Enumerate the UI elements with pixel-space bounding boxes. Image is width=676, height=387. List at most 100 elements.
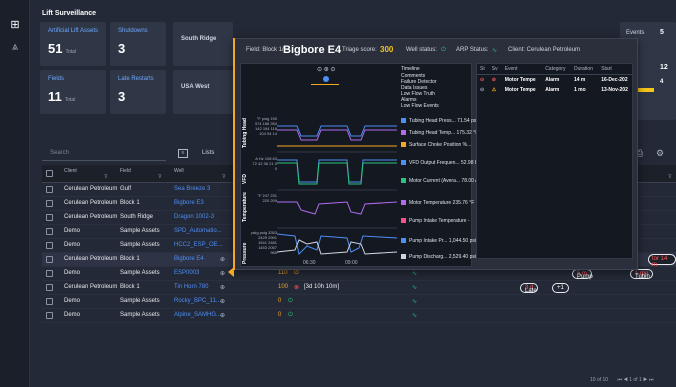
event-row[interactable]: ⊙ ⚠ Motor Tempe Alarm 1 mo 13-Nov-202 xyxy=(477,85,632,95)
locate-icon[interactable]: ⊕ xyxy=(220,284,225,291)
prev-page-icon[interactable]: ◀ xyxy=(623,377,627,383)
page-title: Lift Surveillance xyxy=(42,10,97,17)
column-header[interactable]: St xyxy=(477,64,489,75)
column-header[interactable]: Event xyxy=(501,64,543,75)
late-pill[interactable]: Late 3 d xyxy=(520,283,539,294)
column-header[interactable]: Field xyxy=(120,168,131,174)
kpi-card[interactable]: Shutdowns 3 xyxy=(110,22,166,66)
well-link[interactable]: Alpine_SAMHG... xyxy=(174,312,221,318)
search-input[interactable]: Search xyxy=(42,147,166,161)
column-header[interactable]: Start xyxy=(598,64,632,75)
triage-score: 0 xyxy=(278,312,282,318)
pump-pill[interactable]: Pump 5 m xyxy=(572,269,593,280)
lift-icon[interactable]: ⩓ xyxy=(8,40,22,54)
filter-icon[interactable]: ⊽ xyxy=(158,174,162,180)
filter-icon[interactable]: ⊽ xyxy=(668,174,672,180)
well-link[interactable]: Sea Breeze 3 xyxy=(174,186,210,192)
row-checkbox[interactable] xyxy=(46,200,53,207)
column-header[interactable]: Client xyxy=(64,168,77,174)
row-checkbox[interactable] xyxy=(46,312,53,319)
series-legend: Tubing Head Press... 71.54 psig Tubing H… xyxy=(397,116,481,266)
timeline-item[interactable]: Timeline xyxy=(401,66,420,72)
last-page-icon[interactable]: ⏭ xyxy=(649,377,654,383)
filter-icon[interactable]: ⊽ xyxy=(222,174,226,180)
lists-tab[interactable]: Lists xyxy=(202,150,214,156)
legend-item[interactable]: Tubing Head Press... 71.54 psig xyxy=(401,118,480,124)
row-checkbox[interactable] xyxy=(46,242,53,249)
locate-icon[interactable]: ⊕ xyxy=(220,256,225,263)
legend-item[interactable]: Surface Choke Position %... xyxy=(401,142,471,148)
columns-icon[interactable]: ≡ xyxy=(178,149,188,158)
well-link[interactable]: ESP0003 xyxy=(174,270,199,276)
locate-icon[interactable]: ⊕ xyxy=(220,298,225,305)
kpi-card[interactable]: Fields 11 Total xyxy=(40,70,106,114)
row-checkbox[interactable] xyxy=(46,186,53,193)
table-row[interactable]: Demo Sample Assets Alpine_SAMHG... ⊕ 0 ⏻… xyxy=(42,309,676,323)
field-card[interactable]: USA West xyxy=(173,70,233,114)
column-header[interactable]: Category xyxy=(542,64,571,75)
legend-item[interactable]: Pump Intake Pr... 1,044.50 psig xyxy=(401,238,479,244)
legend-item[interactable]: Tubing Head Temp... 175.32 °F xyxy=(401,130,478,136)
well-link[interactable]: Bigbore E4 xyxy=(174,256,204,262)
events-table: St Sv Event Category Duration Start ⊙ ⊘ … xyxy=(477,64,632,95)
well-link[interactable]: Dragon 1002-3 xyxy=(174,214,214,220)
kpi-value: 3 xyxy=(118,41,126,56)
settings-icon[interactable]: ⚙ xyxy=(656,148,664,159)
column-header[interactable]: Sv xyxy=(488,64,502,75)
legend-item[interactable]: Motor Current (Avera... 78.00 A xyxy=(401,178,478,184)
row-checkbox[interactable] xyxy=(46,214,53,221)
well-link[interactable]: Tin Horn 780 xyxy=(174,284,208,290)
column-header[interactable]: Duration xyxy=(570,64,599,75)
timeline-item[interactable]: Low Flow Events xyxy=(401,103,439,109)
cell-field: Sample Assets xyxy=(120,228,160,234)
triage-score: 300 xyxy=(380,45,394,54)
section-label: VFD xyxy=(242,174,248,184)
table-row[interactable]: Cerulean Petroleum Block 1 Tin Horn 780 … xyxy=(42,281,676,295)
well-link[interactable]: HCC2_ESP_OE... xyxy=(174,242,223,248)
kpi-card[interactable]: Artificial Lift Assets 51 Total xyxy=(40,22,106,66)
table-row[interactable]: Demo Sample Assets Rocky_BPC_11... ⊕ 0 ⏻… xyxy=(42,295,676,309)
timeline-icons[interactable]: ⊙ ⊛ ⊙ xyxy=(317,66,335,73)
triage-label: Triage score: xyxy=(342,47,377,53)
row-checkbox[interactable] xyxy=(46,228,53,235)
first-page-icon[interactable]: ⏮ xyxy=(617,377,622,383)
legend-item[interactable]: VFD Output Frequen... 52.98 Hz xyxy=(401,160,481,166)
status-pill[interactable]: tor 14 m xyxy=(648,254,676,268)
row-checkbox[interactable] xyxy=(46,298,53,305)
events-header-row: St Sv Event Category Duration Start xyxy=(477,64,632,75)
well-name: Bigbore E4 xyxy=(283,44,342,56)
locate-icon[interactable]: ⊕ xyxy=(220,312,225,319)
legend-item[interactable]: Motor Temperature 235.76 °F xyxy=(401,200,474,206)
page-range: 10 of 10 xyxy=(590,377,609,383)
well-link[interactable]: Rocky_BPC_11... xyxy=(174,298,221,304)
well-link[interactable]: Bigbore E3 xyxy=(174,200,204,206)
event-row[interactable]: ⊙ ⊘ Motor Tempe Alarm 14 m 16-Dec-202 xyxy=(477,75,632,86)
trend-lines[interactable] xyxy=(277,114,397,264)
selection-pointer xyxy=(228,267,234,277)
cell-field: Block 1 xyxy=(120,256,140,262)
well-link[interactable]: SPD_Automatio... xyxy=(174,228,222,234)
filter-icon[interactable]: ⊽ xyxy=(104,174,108,180)
next-page-icon[interactable]: ▶ xyxy=(643,377,647,383)
triage-score: 0 xyxy=(278,298,282,304)
row-checkbox[interactable] xyxy=(46,284,53,291)
kpi-label: Shutdowns xyxy=(118,28,148,34)
activity-icon: ∿ xyxy=(492,48,498,54)
row-checkbox[interactable] xyxy=(46,270,53,277)
kpi-card[interactable]: Late Restarts 3 xyxy=(110,70,166,114)
tubin-pill[interactable]: Tubin 1 mo xyxy=(630,269,654,280)
more-pill[interactable]: +1 xyxy=(552,283,569,293)
cell-client: Cerulean Petroleum xyxy=(64,214,118,220)
event-marker[interactable] xyxy=(323,76,329,82)
row-checkbox[interactable] xyxy=(46,256,53,263)
downtime-text: [3d 10h 10m] xyxy=(304,284,340,290)
locate-icon[interactable]: ⊕ xyxy=(220,270,225,277)
legend-item[interactable]: Pump Intake Temperature - xyxy=(401,218,470,224)
grid-icon[interactable]: ⊞ xyxy=(8,18,22,32)
column-header[interactable]: Well xyxy=(174,168,184,174)
field-card[interactable]: South Ridge xyxy=(173,22,233,66)
legend-item[interactable]: Pump Discharg... 2,529.40 psig xyxy=(401,254,479,260)
events-table-pane: St Sv Event Category Duration Start ⊙ ⊘ … xyxy=(476,63,633,259)
events-count-3: 4 xyxy=(660,79,664,85)
select-all-checkbox[interactable] xyxy=(46,170,53,177)
